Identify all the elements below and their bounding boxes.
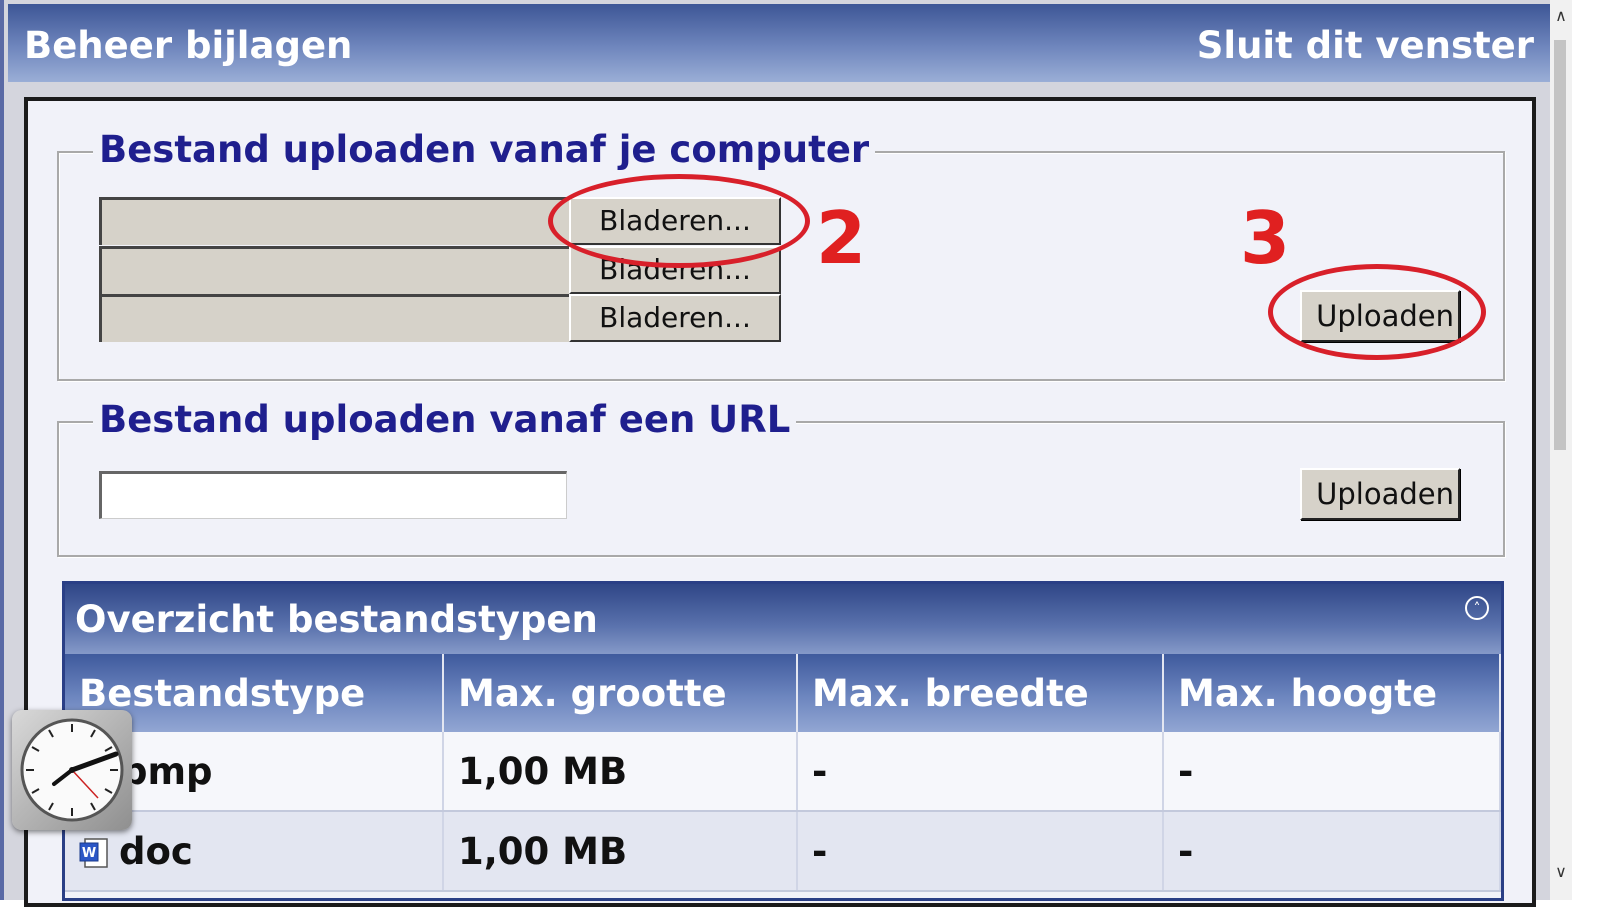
file-types-panel: Overzicht bestandstypen ˄ Bestandstype M… xyxy=(62,581,1504,901)
table-row: bmp 1,00 MB - - xyxy=(65,732,1501,812)
scroll-thumb[interactable] xyxy=(1554,40,1566,450)
file-path-field-2[interactable] xyxy=(99,246,569,294)
cell-size: 1,00 MB xyxy=(443,811,798,892)
browse-button-3[interactable]: Bladeren... xyxy=(569,294,781,342)
upload-url-button[interactable]: Uploaden xyxy=(1300,468,1460,520)
file-path-field-1[interactable] xyxy=(99,197,569,245)
file-types-panel-header: Overzicht bestandstypen ˄ xyxy=(65,584,1501,654)
column-header-max-size: Max. grootte xyxy=(443,654,798,732)
scroll-down-icon[interactable]: ∨ xyxy=(1552,862,1570,884)
title-bar: Beheer bijlagen Sluit dit venster xyxy=(8,4,1550,82)
file-path-field-3[interactable] xyxy=(99,294,569,342)
svg-text:W: W xyxy=(82,846,96,861)
window-title: Beheer bijlagen xyxy=(24,24,353,67)
file-types-panel-title: Overzicht bestandstypen xyxy=(75,598,598,641)
step-marker-3: 3 xyxy=(1240,196,1291,280)
highlight-ellipse-browse xyxy=(548,174,810,268)
double-chevron-up-icon[interactable]: ˄ xyxy=(1465,596,1489,620)
column-header-max-width: Max. breedte xyxy=(797,654,1164,732)
type-label: bmp xyxy=(121,749,213,793)
close-window-link[interactable]: Sluit dit venster xyxy=(1197,24,1534,67)
cell-width: - xyxy=(797,732,1164,812)
cell-height: - xyxy=(1163,811,1501,892)
file-types-table: Bestandstype Max. grootte Max. breedte M… xyxy=(65,654,1501,892)
table-header-row: Bestandstype Max. grootte Max. breedte M… xyxy=(65,654,1501,732)
upload-url-fieldset: Bestand uploaden vanaf een URL Uploaden xyxy=(57,398,1505,557)
cell-height: - xyxy=(1163,732,1501,812)
word-document-icon: W xyxy=(79,838,108,868)
upload-computer-legend: Bestand uploaden vanaf je computer xyxy=(93,128,876,171)
cell-width: - xyxy=(797,811,1164,892)
column-header-max-height: Max. hoogte xyxy=(1163,654,1501,732)
analog-clock-icon[interactable] xyxy=(12,710,132,830)
highlight-ellipse-upload xyxy=(1268,264,1486,360)
url-input[interactable] xyxy=(99,471,567,519)
attachments-window: Beheer bijlagen Sluit dit venster Bestan… xyxy=(0,0,1550,907)
file-upload-row-3: Bladeren... xyxy=(99,294,783,342)
scroll-up-icon[interactable]: ∧ xyxy=(1552,6,1570,28)
type-label: doc xyxy=(119,829,193,873)
upload-url-legend: Bestand uploaden vanaf een URL xyxy=(93,398,797,441)
cell-size: 1,00 MB xyxy=(443,732,798,812)
clock-face-icon xyxy=(20,718,124,822)
table-row: W doc 1,00 MB - - xyxy=(65,811,1501,892)
step-marker-2: 2 xyxy=(816,196,867,280)
vertical-scrollbar[interactable]: ∧ ∨ xyxy=(1550,0,1572,900)
